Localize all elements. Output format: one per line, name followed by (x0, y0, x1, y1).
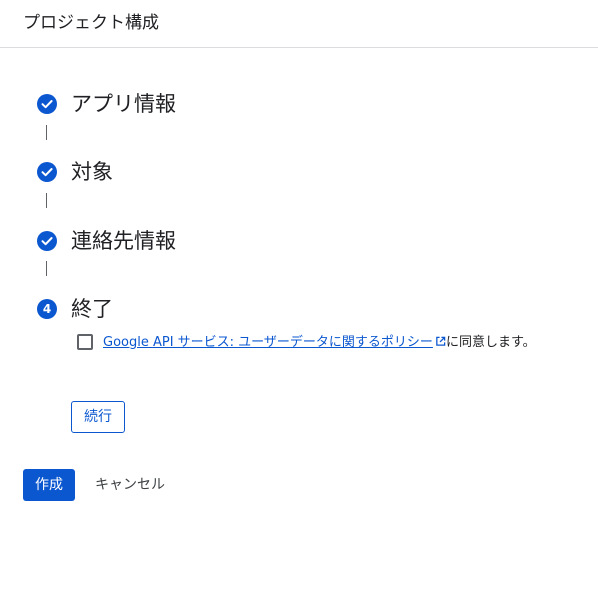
step-label: 対象 (71, 160, 113, 184)
check-icon (37, 94, 57, 114)
step-label: 終了 (71, 297, 113, 321)
external-link-icon[interactable] (435, 334, 446, 353)
continue-button[interactable]: 続行 (71, 401, 125, 433)
step-connector (46, 193, 47, 208)
consent-suffix: に同意します。 (445, 335, 536, 350)
step-connector (46, 125, 47, 140)
cancel-button[interactable]: キャンセル (87, 469, 173, 501)
step-number-badge: 4 (37, 299, 57, 319)
policy-link[interactable]: Google API サービス: ユーザーデータに関するポリシー (103, 335, 433, 350)
step-connector (46, 261, 47, 276)
check-icon (37, 231, 57, 251)
step-number: 4 (42, 302, 52, 316)
step-label: アプリ情報 (71, 92, 176, 116)
create-button[interactable]: 作成 (23, 469, 75, 501)
page-header: プロジェクト構成 (0, 0, 598, 48)
check-icon (37, 162, 57, 182)
page-title: プロジェクト構成 (23, 13, 159, 33)
consent-checkbox[interactable] (77, 334, 93, 350)
step-label: 連絡先情報 (71, 229, 176, 253)
consent-text: Google API サービス: ユーザーデータに関するポリシー に同意します。 (103, 333, 543, 353)
